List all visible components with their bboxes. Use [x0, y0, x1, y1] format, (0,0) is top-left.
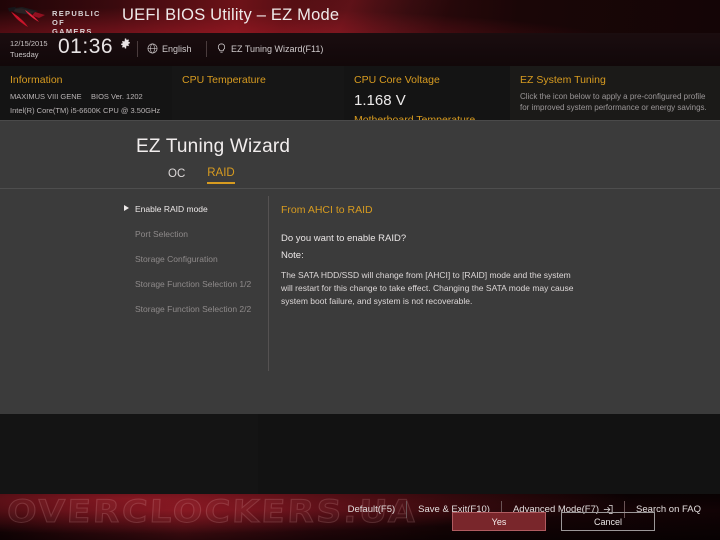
bios-ez-mode-screen: REPUBLIC OF GAMERS UEFI BIOS Utility – E… [0, 0, 720, 540]
step-label: Storage Configuration [135, 254, 218, 264]
language-label: English [162, 43, 192, 54]
step-label: Storage Function Selection 1/2 [135, 279, 252, 289]
date-block: 12/15/2015 Tuesday [10, 39, 48, 60]
cpu-core-voltage-panel: CPU Core Voltage 1.168 V Motherboard Tem… [344, 66, 510, 126]
hardware-info-strip: Information MAXIMUS VIII GENE BIOS Ver. … [0, 66, 720, 126]
cancel-button-label: Cancel [593, 516, 622, 527]
rog-eye-logo-icon: REPUBLIC OF GAMERS [8, 5, 116, 33]
dialog-body-title: From AHCI to RAID [281, 204, 373, 216]
dialog-tabs: OC RAID [168, 167, 235, 184]
status-bar: 12/15/2015 Tuesday 01:36 English EZ Tuni… [0, 33, 720, 66]
yes-button[interactable]: Yes [452, 512, 546, 531]
language-selector[interactable]: English [147, 43, 192, 54]
clock-text: 01:36 [58, 35, 114, 58]
ez-tuning-wizard-dialog: EZ Tuning Wizard OC RAID Enable RAID mod… [0, 120, 720, 531]
wizard-label: EZ Tuning Wizard(F11) [231, 43, 324, 54]
caret-right-icon [124, 205, 129, 211]
dialog-body: From AHCI to RAID Do you want to enable … [281, 204, 601, 308]
divider [0, 188, 720, 189]
board-model: MAXIMUS VIII GENE [10, 92, 82, 101]
dialog-note-text: The SATA HDD/SSD will change from [AHCI]… [281, 270, 574, 306]
cpu-temperature-title: CPU Temperature [182, 74, 266, 86]
ez-system-tuning-title: EZ System Tuning [520, 74, 606, 86]
sidebar-item-enable-raid-mode[interactable]: Enable RAID mode [124, 204, 264, 215]
cpu-core-voltage-title: CPU Core Voltage [354, 74, 440, 86]
dialog-buttons: Yes Cancel [452, 512, 655, 531]
ez-system-tuning-description: Click the icon below to apply a pre-conf… [520, 92, 707, 112]
date-text: 12/15/2015 [10, 39, 48, 48]
divider [268, 196, 269, 371]
lightbulb-icon [216, 43, 227, 54]
ez-tuning-wizard-launcher[interactable]: EZ Tuning Wizard(F11) [216, 43, 323, 54]
divider [0, 120, 720, 121]
tab-oc[interactable]: OC [168, 168, 185, 183]
globe-icon [147, 43, 158, 54]
page-title: UEFI BIOS Utility – EZ Mode [122, 6, 340, 24]
cpu-model: Intel(R) Core(TM) i5-6600K CPU @ 3.50GHz [10, 106, 161, 115]
sidebar-item-storage-function-selection-1[interactable]: Storage Function Selection 1/2 [124, 279, 264, 290]
step-label: Port Selection [135, 229, 188, 239]
information-panel: Information MAXIMUS VIII GENE BIOS Ver. … [0, 66, 172, 122]
bios-version: BIOS Ver. 1202 [91, 92, 143, 101]
cpu-core-voltage-value: 1.168 V [354, 92, 406, 109]
rog-brand-line2: GAMERS [52, 27, 93, 33]
ez-system-tuning-panel: EZ System Tuning Click the icon below to… [510, 66, 720, 122]
weekday-text: Tuesday [10, 49, 39, 59]
sidebar-item-port-selection[interactable]: Port Selection [124, 229, 264, 240]
wizard-step-list: Enable RAID mode Port Selection Storage … [124, 204, 264, 329]
cancel-button[interactable]: Cancel [561, 512, 655, 531]
tab-raid[interactable]: RAID [207, 167, 235, 184]
sidebar-item-storage-function-selection-2[interactable]: Storage Function Selection 2/2 [124, 304, 264, 315]
divider [206, 41, 207, 57]
rog-brand-line1: REPUBLIC OF [52, 9, 101, 27]
cpu-temperature-panel: CPU Temperature [172, 66, 344, 122]
rog-brand-text: REPUBLIC OF GAMERS [52, 9, 116, 33]
sidebar-item-storage-configuration[interactable]: Storage Configuration [124, 254, 264, 265]
information-title: Information [10, 74, 63, 86]
dialog-title: EZ Tuning Wizard [136, 136, 291, 157]
footer-item-default[interactable]: Default(F5) [337, 504, 407, 515]
dialog-question: Do you want to enable RAID? [281, 233, 407, 244]
title-bar: REPUBLIC OF GAMERS UEFI BIOS Utility – E… [0, 0, 720, 33]
dialog-note-label: Note: [281, 250, 304, 261]
step-label: Storage Function Selection 2/2 [135, 304, 252, 314]
step-label: Enable RAID mode [135, 204, 208, 214]
yes-button-label: Yes [491, 516, 507, 527]
footer-label: Default(F5) [347, 503, 396, 515]
gear-icon[interactable] [120, 38, 131, 52]
divider [137, 41, 138, 57]
